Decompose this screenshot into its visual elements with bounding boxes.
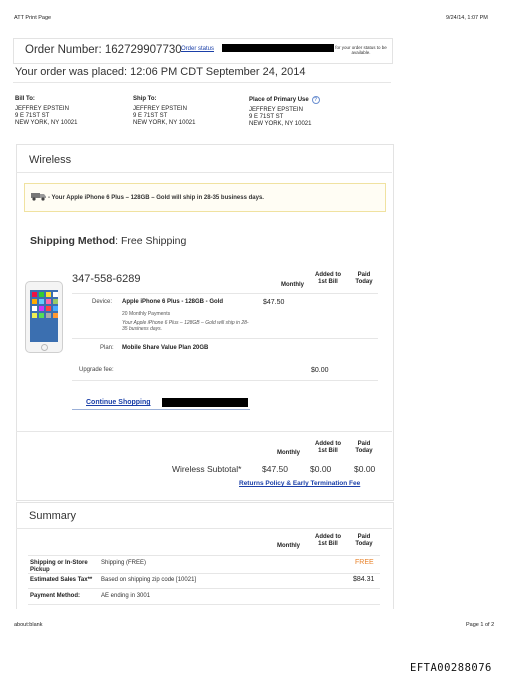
device-note: Your Apple iPhone 6 Plus – 128GB – Gold …	[122, 320, 249, 332]
print-page-number: Page 1 of 2	[466, 622, 495, 628]
col-monthly: Monthly	[281, 282, 304, 288]
upgrade-added: $0.00	[311, 367, 329, 374]
order-status-link[interactable]: Order status	[181, 46, 214, 52]
summary-row-label: Estimated Sales Tax**	[30, 577, 93, 583]
summary-col-paid: Paid Today	[355, 534, 373, 547]
order-placed-time: Your order was placed: 12:06 PM CDT Sept…	[15, 66, 306, 78]
primary-use-line: 9 E 71ST ST	[249, 114, 284, 120]
summary-row-label: Payment Method:	[30, 593, 81, 599]
summary-col-added: Added to 1st Bill	[315, 534, 341, 547]
subtotal-col-paid: Paid Today	[355, 441, 373, 454]
device-label: Device:	[92, 299, 113, 305]
print-page-title: ATT Print Page	[14, 15, 52, 21]
iphone-image	[25, 281, 63, 353]
plan-label: Plan:	[100, 345, 114, 351]
ship-to-line: JEFFREY EPSTEIN	[133, 106, 187, 112]
document-id: EFTA00288076	[410, 662, 492, 674]
divider	[72, 338, 378, 339]
summary-title: Summary	[29, 510, 77, 522]
device-payments: 20 Monthly Payments	[122, 311, 171, 317]
divider	[72, 380, 378, 381]
col-added: Added to 1st Bill	[315, 272, 341, 285]
summary-row-desc: AE ending in 3001	[101, 593, 151, 599]
continue-shopping-label[interactable]: Continue Shopping	[86, 399, 151, 406]
continue-shopping-link[interactable]: Continue Shopping	[72, 396, 250, 410]
divider	[13, 82, 391, 83]
divider	[28, 573, 380, 574]
order-number: Order Number: 162729907730	[25, 44, 182, 56]
summary-col-monthly: Monthly	[277, 543, 300, 549]
help-icon[interactable]: ?	[311, 96, 320, 104]
divider	[16, 172, 392, 173]
phone-number: 347-558-6289	[72, 273, 141, 285]
subtotal-col-added: Added to 1st Bill	[315, 441, 341, 454]
device-monthly: $47.50	[263, 299, 285, 306]
subtotal-paid: $0.00	[354, 464, 376, 474]
divider	[28, 604, 380, 605]
primary-use-block: Place of Primary Use ? JEFFREY EPSTEIN 9…	[249, 96, 320, 128]
summary-row-desc: Shipping (FREE)	[101, 560, 147, 566]
plan-name: Mobile Share Value Plan 20GB	[122, 345, 209, 351]
primary-use-line: JEFFREY EPSTEIN	[249, 107, 303, 113]
divider	[16, 528, 392, 529]
summary-row-paid: $84.31	[353, 576, 375, 583]
divider	[28, 588, 380, 589]
primary-use-line: NEW YORK, NY 10021	[249, 121, 312, 127]
wireless-title: Wireless	[29, 154, 72, 166]
ship-to-line: 9 E 71ST ST	[133, 113, 168, 119]
divider	[16, 431, 392, 432]
upgrade-label: Upgrade fee:	[79, 367, 114, 373]
summary-row-paid-free: FREE	[355, 559, 374, 566]
returns-policy-link[interactable]: Returns Policy & Early Termination Fee	[239, 480, 360, 487]
subtotal-added: $0.00	[310, 464, 332, 474]
device-name: Apple iPhone 6 Plus - 128GB - Gold	[122, 299, 224, 305]
shipping-method-label: Shipping Method	[30, 235, 116, 247]
subtotal-label: Wireless Subtotal*	[172, 464, 242, 474]
bill-to-block: Bill To: JEFFREY EPSTEIN 9 E 71ST ST NEW…	[15, 96, 77, 127]
truck-icon	[31, 193, 46, 201]
ship-to-line: NEW YORK, NY 10021	[133, 120, 196, 126]
ship-to-block: Ship To: JEFFREY EPSTEIN 9 E 71ST ST NEW…	[133, 96, 195, 127]
primary-use-heading: Place of Primary Use	[249, 96, 309, 103]
bill-to-line: 9 E 71ST ST	[15, 113, 50, 119]
bill-to-line: NEW YORK, NY 10021	[15, 120, 78, 126]
col-paid: Paid Today	[355, 272, 373, 285]
order-status-note: for your order status to be available.	[335, 45, 387, 55]
ship-notice-text: - Your Apple iPhone 6 Plus – 128GB – Gol…	[48, 195, 264, 201]
subtotal-col-monthly: Monthly	[277, 450, 300, 456]
subtotal-monthly: $47.50	[262, 464, 288, 474]
shipping-method-value: : Free Shipping	[115, 235, 187, 247]
ship-to-heading: Ship To:	[133, 96, 157, 102]
print-datetime: 9/24/14, 1:07 PM	[446, 15, 488, 21]
shipping-method: Shipping Method: Free Shipping	[30, 235, 186, 247]
bill-to-line: JEFFREY EPSTEIN	[15, 106, 69, 112]
print-url: about:blank	[14, 622, 43, 628]
bill-to-heading: Bill To:	[15, 96, 35, 102]
summary-row-desc: Based on shipping zip code [10021]	[101, 577, 197, 583]
divider	[28, 555, 380, 556]
redaction-bar	[162, 398, 248, 407]
summary-row-label: Shipping or In-Store Pickup	[30, 560, 88, 573]
redaction-bar	[222, 44, 334, 52]
divider	[72, 293, 378, 294]
